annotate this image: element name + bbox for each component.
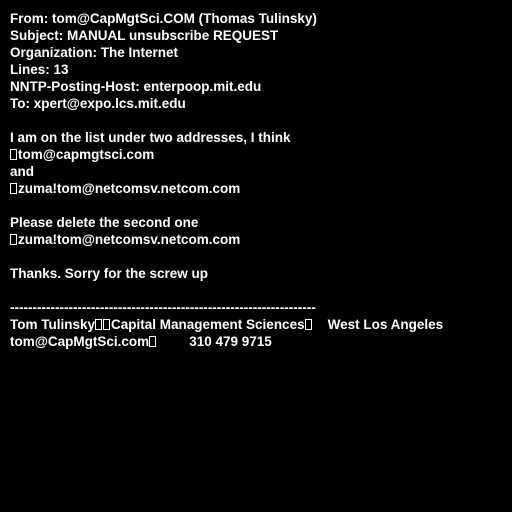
header-subject: Subject: MANUAL unsubscribe REQUEST [10, 28, 279, 43]
tab-char-icon [10, 149, 17, 160]
tab-char-icon [10, 183, 17, 194]
body-address-1: tom@capmgtsci.com [18, 147, 155, 162]
body-address-repeat: zuma!tom@netcomsv.netcom.com [18, 232, 241, 247]
tab-char-icon [10, 234, 17, 245]
body-and: and [10, 164, 35, 179]
header-lines: Lines: 13 [10, 62, 69, 77]
header-organization: Organization: The Internet [10, 45, 179, 60]
signature-name: Tom Tulinsky [10, 317, 96, 332]
signature-email: tom@CapMgtSci.com [10, 334, 150, 349]
header-to: To: xpert@expo.lcs.mit.edu [10, 96, 186, 111]
signature-line-2: tom@CapMgtSci.com 310 479 9715 [10, 333, 482, 350]
signature-line-1: Tom Tulinsky Capital Management Sciences W… [10, 316, 482, 333]
body-address-repeat-line: zuma!tom@netcomsv.netcom.com [10, 231, 258, 248]
tab-char-icon [149, 336, 157, 347]
tab-char-icon [304, 319, 312, 330]
header-nntp-posting-host: NNTP-Posting-Host: enterpoop.mit.edu [10, 79, 262, 94]
body-address-2: zuma!tom@netcomsv.netcom.com [18, 181, 241, 196]
signature-location: West Los Angeles [327, 317, 444, 332]
body-address-2-line: zuma!tom@netcomsv.netcom.com [10, 180, 258, 197]
signature-phone: 310 479 9715 [189, 334, 272, 349]
body-request: Please delete the second one [10, 215, 199, 230]
tab-char-icon [95, 319, 103, 330]
body-address-1-line: tom@capmgtsci.com [10, 146, 154, 163]
body-intro: I am on the list under two addresses, I … [10, 130, 291, 145]
body-thanks: Thanks. Sorry for the screw up [10, 266, 209, 281]
header-from: From: tom@CapMgtSci.COM (Thomas Tulinsky… [10, 11, 317, 26]
signature-company: Capital Management Sciences [111, 317, 305, 332]
tab-char-icon [103, 319, 111, 330]
message-view: From: tom@CapMgtSci.COM (Thomas Tulinsky… [0, 0, 512, 512]
signature-separator: ----------------------------------------… [10, 300, 316, 315]
